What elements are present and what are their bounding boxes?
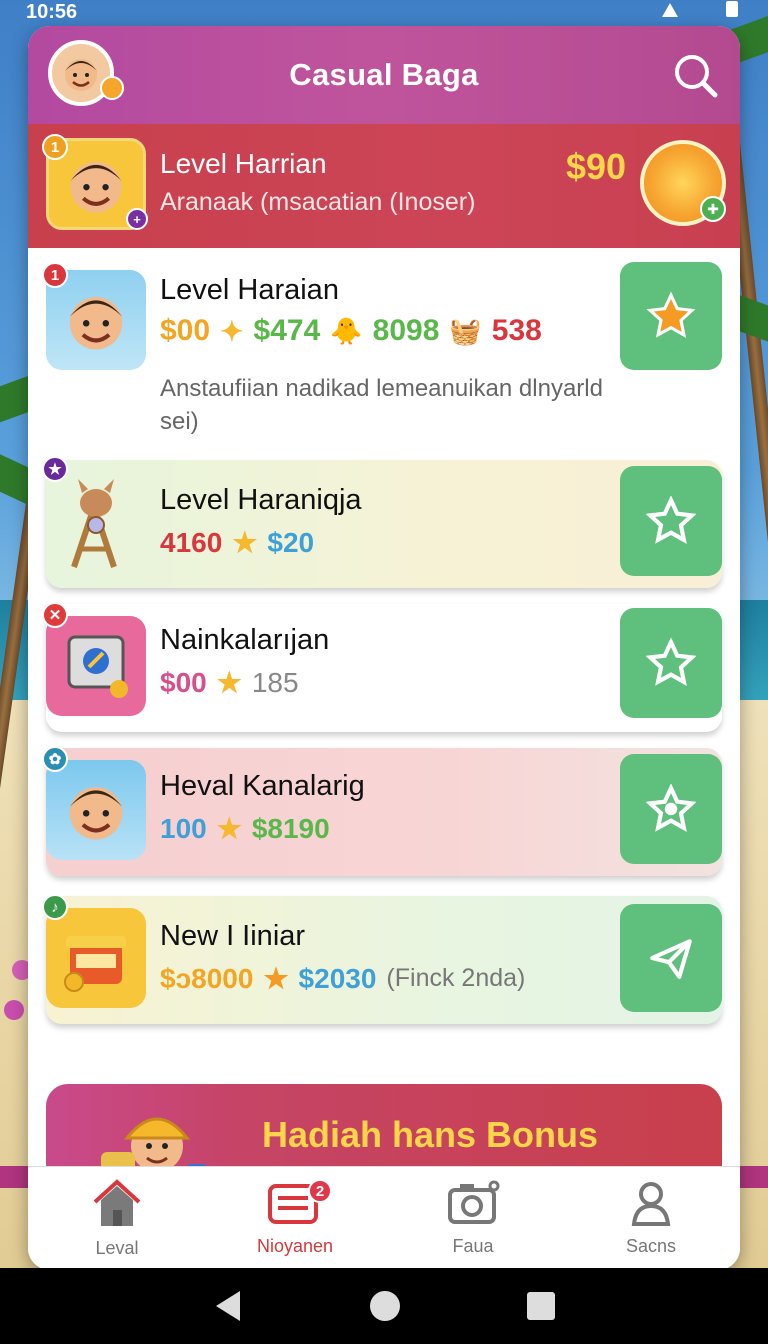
list-item[interactable]: ✿ Heval Kanalarig 100 ★ $8190 <box>42 746 722 876</box>
easel-mascot-icon <box>71 479 117 568</box>
face-icon <box>69 297 123 350</box>
face-icon <box>69 787 123 840</box>
status-time: 10:56 <box>26 0 78 23</box>
star-icon: ★ <box>216 813 242 844</box>
flower <box>4 1000 24 1020</box>
notification-badge: 2 <box>308 1179 332 1203</box>
item-badge: ♪ <box>42 894 68 920</box>
star-badge-icon <box>646 784 696 833</box>
status-bar: 10:56 <box>0 0 768 24</box>
app-title: Casual Baga <box>289 57 479 92</box>
tab-sacns[interactable]: Sacns <box>562 1167 740 1270</box>
item-name: Heval Kanalarig <box>160 770 365 802</box>
star-filled-icon <box>646 291 696 338</box>
chick-icon: 🐥 <box>330 315 363 346</box>
leaf-badge-icon: ✚ <box>700 196 726 222</box>
tab-label: Sacns <box>625 1236 677 1256</box>
stat-cash: $2030 <box>298 962 377 994</box>
face-icon <box>70 161 122 213</box>
stat-cash: $20 <box>267 526 315 558</box>
search-icon <box>675 55 718 98</box>
item-thumbnail <box>46 760 146 860</box>
item-stats: 100 ★ $8190 <box>160 812 330 845</box>
share-button[interactable] <box>620 904 722 1012</box>
list-item[interactable]: ♪ New I Iiniar $ɔ8000 ★ $2030 (Finck 2nd… <box>42 894 722 1024</box>
item-badge: 1 <box>42 262 68 288</box>
stat-note: (Finck 2nda) <box>386 964 526 992</box>
stat-points: 4160 <box>160 526 223 558</box>
item-name: Level Haraian <box>160 274 339 306</box>
signal-battery-icon <box>662 1 738 17</box>
item-name: Nainkalarıjan <box>160 624 330 656</box>
level-badge: 1 <box>42 134 68 160</box>
stat-coins: $ɔ8000 <box>160 962 254 994</box>
orange-badge-icon <box>100 76 124 100</box>
banner-price: $90 <box>566 146 627 187</box>
banner-subtitle: Aranaak (msacatian (Inoser) <box>160 188 476 216</box>
item-thumbnail <box>46 908 146 1008</box>
camera-icon <box>448 1180 500 1224</box>
item-name: Level Haraniqja <box>160 484 362 516</box>
stat-points: 100 <box>160 812 207 844</box>
item-thumbnail <box>46 474 146 574</box>
tab-leval[interactable]: Leval <box>28 1167 206 1270</box>
stat-cash: $474 <box>253 314 321 347</box>
stat-points: 8098 <box>372 314 440 347</box>
stat-points: 185 <box>251 666 299 698</box>
stat-coins: $00 <box>160 314 211 347</box>
tab-label: Faua <box>452 1236 494 1256</box>
bottom-tab-bar: Leval 2 Nioyanen Faua Sacns <box>28 1166 740 1270</box>
item-name: New I Iiniar <box>160 920 306 952</box>
item-stats: $00 ✦ $474 🐥 8098 🧺 538 <box>160 314 542 348</box>
star-outline-icon <box>646 496 696 545</box>
featured-banner[interactable]: 1 + Level Harrian Aranaak (msacatian (In… <box>28 124 740 248</box>
tab-label: Leval <box>95 1238 139 1258</box>
app-header: Casual Baga <box>28 26 740 124</box>
star-icon: ★ <box>232 527 258 558</box>
item-badge: ✿ <box>42 746 68 772</box>
status-icons <box>652 0 742 25</box>
home-circle-icon[interactable] <box>368 1289 402 1323</box>
favorite-button[interactable] <box>620 754 722 864</box>
recents-icon[interactable] <box>526 1291 556 1321</box>
favorite-button[interactable] <box>620 262 722 370</box>
plus-badge-icon: + <box>126 208 148 230</box>
back-icon[interactable] <box>212 1289 244 1323</box>
home-icon <box>93 1179 141 1226</box>
star-icon: ★ <box>263 963 289 994</box>
item-stats: 4160 ★ $20 <box>160 526 314 559</box>
tab-faua[interactable]: Faua <box>384 1167 562 1270</box>
item-stats: $ɔ8000 ★ $2030 (Finck 2nda) <box>160 962 525 995</box>
stat-cash: $8190 <box>251 812 330 844</box>
paper-plane-icon <box>650 939 692 979</box>
person-icon <box>631 1182 671 1226</box>
star-outline-icon <box>646 638 696 687</box>
figure-icon: ✦ <box>220 315 244 347</box>
system-nav-bar <box>0 1268 768 1344</box>
basket-icon: 🧺 <box>449 315 482 346</box>
item-badge: ✕ <box>42 602 68 628</box>
item-stats: $00 ★ 185 <box>160 666 299 699</box>
search-button[interactable] <box>672 52 718 98</box>
face-icon <box>65 59 97 91</box>
stat-coins: $00 <box>160 666 207 698</box>
list-item[interactable]: ★ Level Haraniqja 4160 ★ $20 <box>42 456 722 588</box>
item-description: Anstaufiian nadikad lemeanuikan dlnyarld… <box>160 375 603 435</box>
favorite-button[interactable] <box>620 608 722 718</box>
stat-gems: 538 <box>491 314 542 347</box>
gift-box-icon <box>64 936 126 992</box>
bonus-label: Hadiah hans Bonus <box>262 1114 599 1155</box>
item-badge: ★ <box>42 456 68 482</box>
list-item[interactable]: 1 Level Haraian $00 ✦ $474 🐥 8098 🧺 538 … <box>42 262 722 452</box>
level-list[interactable]: 1 Level Haraian $00 ✦ $474 🐥 8098 🧺 538 … <box>28 248 740 1270</box>
tablet-icon <box>67 635 128 698</box>
tab-nioyanen[interactable]: 2 Nioyanen <box>206 1167 384 1270</box>
item-thumbnail <box>46 616 146 716</box>
star-icon: ★ <box>216 667 242 698</box>
favorite-button[interactable] <box>620 466 722 576</box>
app-window: Casual Baga 1 + Level Harrian Aranaak (m… <box>28 26 740 1270</box>
list-item[interactable]: ✕ Nainkalarıjan $00 ★ 185 <box>42 602 722 732</box>
tab-label: Nioyanen <box>256 1236 334 1256</box>
banner-title: Level Harrian <box>160 148 327 179</box>
